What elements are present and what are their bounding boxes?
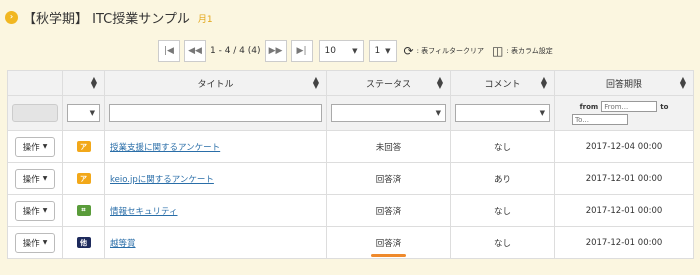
column-header-comment[interactable]: コメント ▲ ▼ — [450, 70, 555, 96]
operation-dropdown-button[interactable]: 操作 ▼ — [15, 136, 55, 157]
column-header-deadline-label: 回答期限 — [605, 79, 642, 90]
status-wrap: 回答済 — [376, 173, 402, 185]
status-text: 回答済 — [375, 174, 402, 185]
pagination-bar: |◀ ◀◀ 1 - 4 / 4 (4) ▶▶ ▶| 10 ▼ 1 ▼ ⟳ : 表… — [158, 40, 553, 62]
type-filter-select[interactable]: ▼ — [67, 104, 100, 122]
op-filter-disabled — [12, 104, 58, 122]
type-badge-icon: ア — [76, 141, 91, 152]
chevron-down-icon: ▼ — [435, 109, 441, 117]
column-setting-label: : 表カラム設定 — [506, 47, 553, 55]
column-header-op — [7, 70, 63, 96]
type-badge-label: ア — [80, 174, 87, 183]
chevron-down-icon: ▼ — [42, 239, 48, 246]
operation-dropdown-button[interactable]: 操作 ▼ — [15, 200, 55, 221]
status-filter-select[interactable]: ▼ — [331, 104, 446, 122]
filter-row: ▼ ▼ ▼ from to — [7, 95, 694, 131]
table-header-row: ▲ ▼ タイトル ▲ ▼ ステータス ▲ ▼ コメント ▲ ▼ 回答期限 ▲ ▼ — [7, 70, 694, 96]
to-date-input[interactable] — [572, 114, 628, 125]
comment-cell: なし — [450, 130, 555, 163]
clear-filter-label: : 表フィルタークリア — [416, 47, 485, 55]
type-badge-icon: 他 — [76, 237, 91, 248]
status-wrap: 回答済 — [370, 237, 407, 257]
column-header-title-label: タイトル — [197, 79, 234, 90]
deadline-cell: 2017-12-01 00:00 — [554, 226, 694, 259]
type-badge-icon: ⌗ — [76, 205, 91, 216]
operation-label: 操作 — [22, 206, 40, 217]
assignment-title-link[interactable]: 越等賞 — [105, 239, 136, 249]
highlight-underline — [370, 253, 407, 257]
page-number-select[interactable]: 1 ▼ — [368, 40, 397, 62]
chevron-right-icon[interactable]: › — [5, 10, 18, 24]
status-wrap: 回答済 — [376, 205, 402, 217]
comment-filter-select[interactable]: ▼ — [455, 104, 550, 122]
first-page-icon[interactable]: |◀ — [158, 40, 180, 62]
deadline-cell: 2017-12-01 00:00 — [554, 162, 694, 195]
course-title: 【秋学期】 ITC授業サンプル — [23, 11, 190, 27]
assignment-title-link[interactable]: keio.jpに関するアンケート — [105, 175, 214, 185]
operation-dropdown-button[interactable]: 操作 ▼ — [15, 232, 55, 253]
table-row: 操作 ▼ 他 越等賞 回答済 なし 2017-12-01 00:00 — [7, 226, 694, 259]
sort-icon[interactable]: ▲ ▼ — [437, 76, 443, 90]
course-period: 月1 — [197, 15, 213, 25]
operation-label: 操作 — [22, 238, 40, 249]
column-header-title[interactable]: タイトル ▲ ▼ — [104, 70, 327, 96]
sort-icon[interactable]: ▲ ▼ — [541, 76, 547, 90]
column-header-deadline[interactable]: 回答期限 ▲ ▼ — [554, 70, 694, 96]
column-header-comment-label: コメント — [484, 79, 521, 90]
grid-icon: ⌗ — [81, 206, 86, 214]
chevron-down-icon: ▼ — [352, 47, 358, 55]
from-date-input[interactable] — [601, 101, 658, 112]
chevron-down-icon: ▼ — [539, 109, 545, 117]
chevron-down-icon: ▼ — [42, 143, 48, 150]
deadline-filter: from to — [559, 100, 689, 126]
status-wrap: 未回答 — [376, 141, 402, 153]
status-text: 未回答 — [375, 142, 402, 153]
last-page-icon[interactable]: ▶| — [290, 40, 313, 62]
assignment-table: ▲ ▼ タイトル ▲ ▼ ステータス ▲ ▼ コメント ▲ ▼ 回答期限 ▲ ▼ ▼ ▼ ▼ fr… — [7, 70, 694, 259]
page-count-text: 1 - 4 / 4 (4) — [210, 46, 261, 56]
sort-icon[interactable]: ▲ ▼ — [91, 76, 97, 90]
page-size-select[interactable]: 10 ▼ — [318, 40, 364, 62]
sort-icon[interactable]: ▲ ▼ — [680, 76, 686, 90]
deadline-cell: 2017-12-01 00:00 — [554, 194, 694, 227]
operation-label: 操作 — [22, 142, 40, 153]
column-header-status[interactable]: ステータス ▲ ▼ — [326, 70, 451, 96]
chevron-down-icon: ▼ — [89, 109, 95, 117]
comment-cell: あり — [450, 162, 555, 195]
refresh-icon: ⟳ — [403, 44, 414, 58]
columns-icon: ◫ — [492, 44, 504, 58]
to-label: to — [660, 102, 669, 111]
column-header-status-label: ステータス — [365, 79, 411, 90]
from-label: from — [579, 102, 599, 111]
page-number-value: 1 — [374, 46, 381, 56]
assignment-title-link[interactable]: 授業支援に関するアンケート — [105, 143, 220, 153]
page-size-value: 10 — [324, 46, 336, 56]
sort-icon[interactable]: ▲ ▼ — [313, 76, 319, 90]
table-row: 操作 ▼ ⌗ 情報セキュリティ 回答済 なし 2017-12-01 00:00 — [7, 194, 694, 227]
chevron-down-icon: ▼ — [385, 47, 391, 55]
deadline-cell: 2017-12-04 00:00 — [554, 130, 694, 163]
title-filter-input[interactable] — [109, 104, 322, 122]
chevron-down-icon: ▼ — [42, 175, 48, 182]
comment-cell: なし — [450, 194, 555, 227]
type-badge-icon: ア — [76, 173, 91, 184]
assignment-title-link[interactable]: 情報セキュリティ — [105, 207, 178, 217]
previous-page-icon[interactable]: ◀◀ — [184, 40, 206, 62]
table-row: 操作 ▼ ア 授業支援に関するアンケート 未回答 なし 2017-12-04 00:00 — [7, 130, 694, 163]
chevron-down-icon: ▼ — [42, 207, 48, 214]
operation-dropdown-button[interactable]: 操作 ▼ — [15, 168, 55, 189]
status-text: 回答済 — [375, 206, 402, 217]
status-text: 回答済 — [375, 238, 402, 249]
comment-cell: なし — [450, 226, 555, 259]
column-header-type[interactable]: ▲ ▼ — [62, 70, 105, 96]
type-badge-label: 他 — [80, 238, 87, 247]
next-page-icon[interactable]: ▶▶ — [264, 40, 287, 62]
table-row: 操作 ▼ ア keio.jpに関するアンケート 回答済 あり 2017-12-01 00:0… — [7, 162, 694, 195]
type-badge-label: ア — [80, 142, 87, 151]
table-body: 操作 ▼ ア授業支援に関するアンケート 未回答 なし 2017-12-04 00:00 操作… — [7, 130, 694, 259]
page-header: › 【秋学期】 ITC授業サンプル 月1 — [0, 0, 700, 34]
clear-filter-link[interactable]: ⟳ : 表フィルタークリア — [404, 44, 485, 58]
column-setting-link[interactable]: ◫ : 表カラム設定 — [492, 44, 553, 58]
operation-label: 操作 — [22, 174, 40, 185]
